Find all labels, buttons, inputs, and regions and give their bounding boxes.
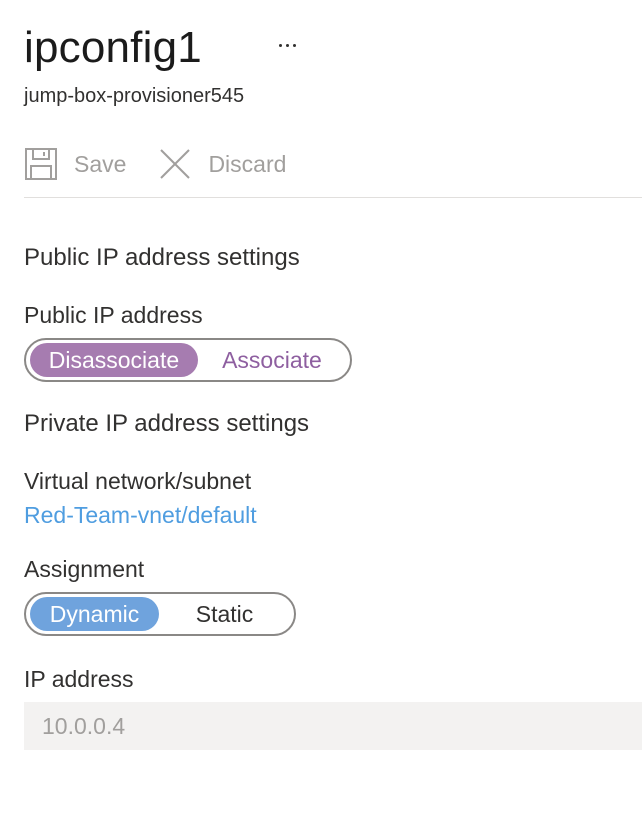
ip-address-value: 10.0.0.4 [42, 712, 126, 739]
ip-address-label: IP address [24, 666, 134, 692]
public-ip-address-label: Public IP address [24, 302, 203, 328]
associate-option[interactable]: Associate [198, 343, 346, 377]
assignment-label: Assignment [24, 556, 145, 582]
virtual-network-subnet-label: Virtual network/subnet [24, 468, 252, 494]
discard-button[interactable]: Discard [158, 147, 286, 181]
public-ip-settings-heading: Public IP address settings [24, 244, 300, 271]
save-label: Save [74, 150, 127, 177]
ip-address-field[interactable]: 10.0.0.4 [24, 702, 642, 750]
more-dot [285, 43, 289, 47]
toolbar-divider [24, 197, 642, 198]
save-icon [24, 147, 58, 181]
save-button[interactable]: Save [24, 147, 126, 181]
assignment-toggle: Dynamic Static [24, 592, 296, 636]
more-dot [292, 43, 296, 47]
discard-label: Discard [208, 150, 287, 177]
private-ip-settings-heading: Private IP address settings [24, 410, 310, 437]
page-subtitle: jump-box-provisioner545 [24, 85, 245, 107]
static-option[interactable]: Static [159, 597, 290, 631]
more-options-button[interactable] [270, 28, 304, 62]
command-bar: Save Discard [24, 140, 318, 188]
public-ip-toggle: Disassociate Associate [24, 338, 352, 382]
more-dot [278, 43, 282, 47]
dynamic-option[interactable]: Dynamic [30, 597, 159, 631]
close-icon [158, 147, 192, 181]
page-title: ipconfig1 [24, 23, 202, 72]
vnet-subnet-link[interactable]: Red-Team-vnet/default [24, 500, 257, 530]
ipconfig-blade: ipconfig1 jump-box-provisioner545 Save D… [0, 0, 642, 830]
disassociate-option[interactable]: Disassociate [30, 343, 198, 377]
